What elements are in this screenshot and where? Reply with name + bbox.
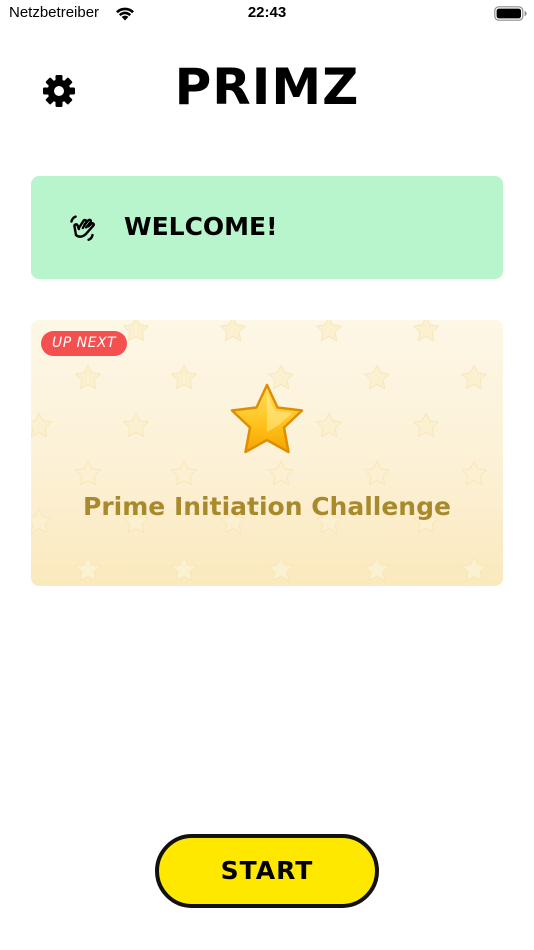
up-next-challenge-card[interactable]: UP NEXT Prime Initiation Challenge	[31, 320, 503, 586]
challenge-title: Prime Initiation Challenge	[83, 492, 451, 521]
app-title: PRIMZ	[174, 58, 360, 116]
battery-icon	[494, 6, 528, 21]
star-icon	[227, 382, 307, 458]
up-next-badge: UP NEXT	[41, 331, 128, 356]
welcome-text: WELCOME!	[124, 212, 278, 241]
status-time: 22:43	[247, 4, 287, 21]
start-button[interactable]: START	[155, 834, 379, 908]
welcome-card: WELCOME!	[31, 176, 503, 279]
status-bar: Netzbetreiber 22:43	[0, 0, 534, 30]
waving-hand-icon	[67, 212, 99, 244]
